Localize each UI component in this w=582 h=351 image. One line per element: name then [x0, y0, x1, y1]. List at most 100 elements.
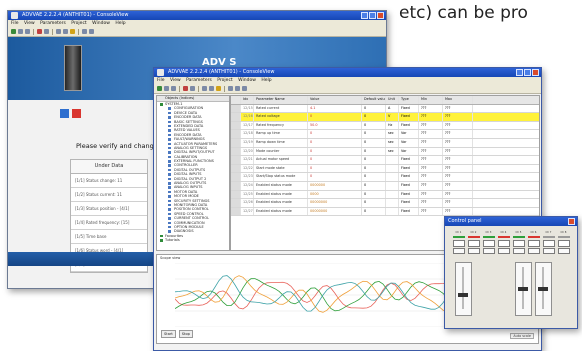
table-row[interactable]: [1/4] Rated frequency: [15]	[71, 216, 147, 230]
tree-node[interactable]: Tutorials	[157, 238, 229, 242]
cell-value[interactable]: 0	[308, 130, 362, 138]
channel-button[interactable]	[497, 248, 510, 254]
cell-value[interactable]: 0	[308, 147, 362, 156]
cell-value[interactable]: 0	[308, 173, 362, 181]
menu-file[interactable]: File	[157, 78, 165, 83]
new-icon[interactable]	[11, 29, 16, 34]
table-row[interactable]: 12/25 Enabled status mode 0000 0 Fixed??????	[231, 190, 539, 200]
grid-column-header[interactable]: Unit	[386, 96, 399, 104]
channel-button[interactable]	[557, 248, 570, 254]
menu-parameters[interactable]: Parameters	[40, 21, 66, 26]
close-icon[interactable]	[568, 218, 575, 225]
channel-button[interactable]	[527, 248, 540, 254]
minimize-icon[interactable]	[361, 12, 368, 19]
channel-button[interactable]	[467, 248, 480, 254]
fader-3[interactable]	[535, 262, 552, 316]
table-row[interactable]: [1/3] Status position - [4/1]	[71, 202, 147, 216]
cell-value[interactable]: 00000000	[308, 207, 362, 216]
stop-button[interactable]	[72, 109, 81, 118]
table-row[interactable]: 12/23 Start/Stop status mode 0 0 Fixed??????	[231, 173, 539, 182]
back-button[interactable]	[60, 109, 69, 118]
upload-icon[interactable]	[56, 29, 61, 34]
table-row[interactable]: 12/24 Enabled status mode 0000000 0 Fixed???…	[231, 181, 539, 191]
download-icon[interactable]	[63, 29, 68, 34]
grid-column-header[interactable]: Default value	[362, 96, 386, 104]
fader-1[interactable]	[455, 262, 472, 316]
cell-value[interactable]: 0	[308, 156, 362, 164]
fader-knob[interactable]	[458, 293, 468, 297]
download-icon[interactable]	[209, 86, 214, 91]
table-row[interactable]: [1/2] Status current: 11	[71, 188, 147, 202]
menu-view[interactable]: View	[24, 21, 35, 26]
cell-value[interactable]: 50.0	[308, 121, 362, 130]
close-icon[interactable]	[377, 12, 384, 19]
chart-icon[interactable]	[228, 86, 233, 91]
menu-project[interactable]: Project	[217, 78, 232, 83]
grid-column-header[interactable]: Max	[443, 96, 473, 104]
auto-scale-button[interactable]: Auto scale	[510, 333, 534, 339]
window-titlebar[interactable]: ADVVAE 2.2.2.4 (ANTHIT01) - ConsoleView	[154, 68, 541, 77]
new-icon[interactable]	[157, 86, 162, 91]
close-icon[interactable]	[532, 69, 539, 76]
fader-2[interactable]	[515, 262, 532, 316]
table-row[interactable]: [1/5] Time base	[71, 230, 147, 244]
stop-icon[interactable]	[183, 86, 188, 91]
connect-icon[interactable]	[190, 86, 195, 91]
open-icon[interactable]	[164, 86, 169, 91]
menu-help[interactable]: Help	[261, 78, 271, 83]
channel-button[interactable]	[482, 248, 495, 254]
minimize-icon[interactable]	[516, 69, 523, 76]
open-icon[interactable]	[18, 29, 23, 34]
info-icon[interactable]	[89, 29, 94, 34]
window-titlebar[interactable]: Control panel	[445, 217, 577, 226]
save-icon[interactable]	[171, 86, 176, 91]
maximize-icon[interactable]	[369, 12, 376, 19]
channel-button[interactable]	[512, 248, 525, 254]
menu-view[interactable]: View	[170, 78, 181, 83]
table-row[interactable]: [1/1] Status change: 11	[71, 174, 147, 188]
table-row[interactable]: 12/19 Ramp down time 0 0 sec Var??????	[231, 138, 539, 148]
upload-icon[interactable]	[202, 86, 207, 91]
menu-project[interactable]: Project	[71, 21, 86, 26]
start-button[interactable]: Start	[161, 330, 176, 338]
stop-icon[interactable]	[37, 29, 42, 34]
table-row[interactable]: 12/16 Rated voltage 0 0 V Fixed??????	[231, 113, 539, 122]
cell-value[interactable]: 0	[308, 164, 362, 173]
grid-column-header[interactable]: Type	[399, 96, 419, 104]
cell-value[interactable]: 00000000	[308, 199, 362, 207]
cell-value[interactable]: 4.1	[308, 104, 362, 113]
channel-button[interactable]	[452, 248, 465, 254]
grid-column-header[interactable]: Value	[308, 96, 362, 104]
table-row[interactable]: 12/26 Enabled status mode 00000000 0 Fixed??…	[231, 199, 539, 208]
channel-button[interactable]	[542, 248, 555, 254]
menu-window[interactable]: Window	[238, 78, 256, 83]
table-icon[interactable]	[235, 86, 240, 91]
cell-value[interactable]: 0	[308, 113, 362, 121]
fader-knob[interactable]	[518, 287, 528, 291]
grid-column-header[interactable]: Min	[419, 96, 443, 104]
help-icon[interactable]	[82, 29, 87, 34]
window-titlebar[interactable]: ADVVAE 2.2.2.4 (ANTHIT01) - ConsoleView	[8, 11, 386, 20]
menu-window[interactable]: Window	[92, 21, 110, 26]
menu-file[interactable]: File	[11, 21, 19, 26]
fader-knob[interactable]	[538, 287, 548, 291]
save-icon[interactable]	[25, 29, 30, 34]
table-row[interactable]: 12/18 Ramp up time 0 0 sec Var??????	[231, 130, 539, 139]
cell-value[interactable]: 0	[308, 138, 362, 147]
settings-icon[interactable]	[216, 86, 221, 91]
stop-button[interactable]: Stop	[178, 330, 193, 338]
table-row[interactable]: 12/21 Actual motor speed 0 0 Fixed??????	[231, 156, 539, 165]
maximize-icon[interactable]	[524, 69, 531, 76]
table-row[interactable]: 12/17 Rated frequency 50.0 0 Hz Fixed??????	[231, 121, 539, 131]
menu-help[interactable]: Help	[115, 21, 125, 26]
menu-parameters[interactable]: Parameters	[186, 78, 212, 83]
grid-column-header[interactable]: Parameter Name	[254, 96, 308, 104]
connect-icon[interactable]	[44, 29, 49, 34]
grid-column-header[interactable]: Idx	[241, 96, 254, 104]
table-row[interactable]: 12/22 Start mode state 0 0 Fixed??????	[231, 164, 539, 174]
help-icon[interactable]	[242, 86, 247, 91]
table-row[interactable]: 12/15 Rated current 4.1 0 A Fixed??????	[231, 104, 539, 114]
table-row[interactable]: 12/20 Mode counter 0 0 sec Var??????	[231, 147, 539, 157]
cell-value[interactable]: 0000	[308, 190, 362, 199]
grid-column-header[interactable]	[231, 96, 241, 104]
